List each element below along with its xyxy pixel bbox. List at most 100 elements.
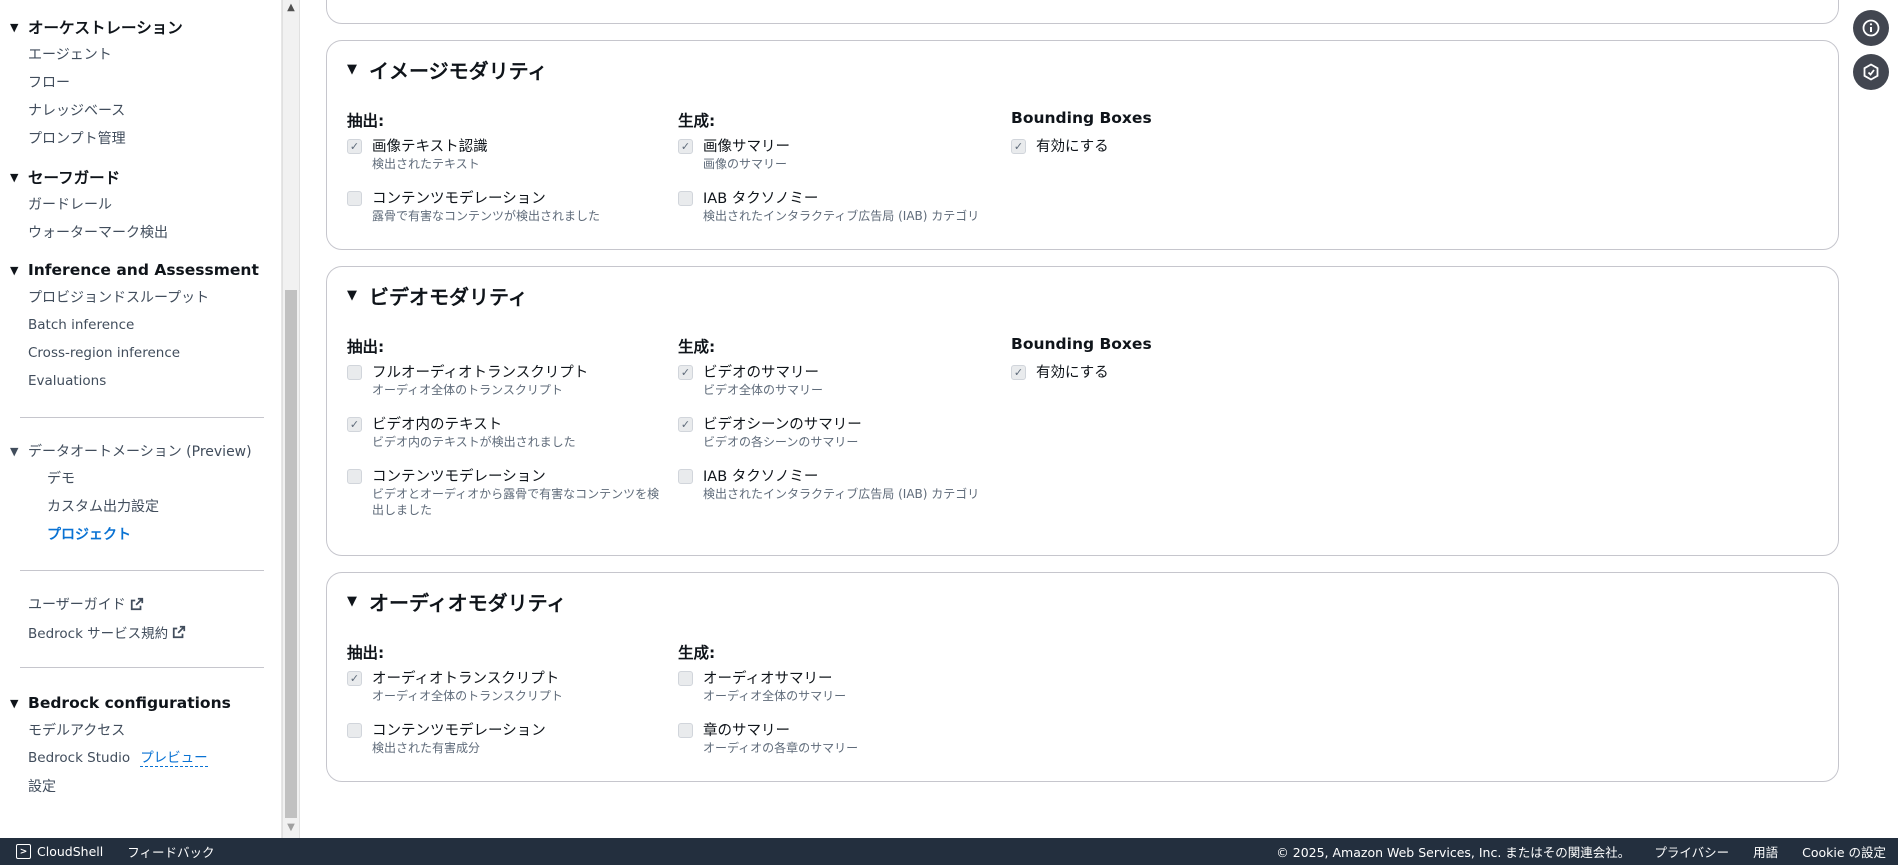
option-image-bounding-boxes: ✓ 有効にする	[1011, 138, 1109, 156]
nav-group-data-automation: ▼ データオートメーション (Preview) デモ カスタム出力設定 プロジェク…	[0, 438, 252, 548]
option-audio-summary: オーディオサマリー オーディオ全体のサマリー	[678, 670, 846, 704]
nav-item-model-access[interactable]: モデルアクセス	[0, 716, 231, 744]
nav-item-agents[interactable]: エージェント	[0, 40, 183, 68]
option-image-summary: ✓ 画像サマリー 画像のサマリー	[678, 138, 790, 172]
option-audio-chapter-summary: 章のサマリー オーディオの各章のサマリー	[678, 722, 858, 756]
nav-item-bedrock-studio[interactable]: Bedrock Studio プレビュー	[0, 744, 231, 772]
nav-item-evaluations[interactable]: Evaluations	[0, 367, 259, 395]
caret-down-icon: ▼	[10, 696, 19, 710]
checkbox[interactable]: ✓	[347, 671, 362, 686]
checkbox[interactable]: ✓	[347, 417, 362, 432]
feedback-button[interactable]: フィードバック	[127, 842, 214, 861]
nav-link-service-terms[interactable]: Bedrock サービス規約	[0, 618, 186, 646]
option-video-summary: ✓ ビデオのサマリー ビデオ全体のサマリー	[678, 364, 823, 398]
generate-column-title: 生成:	[678, 112, 716, 130]
previous-section-card	[326, 0, 1839, 24]
nav-divider	[20, 667, 264, 668]
side-navigation: ▼ オーケストレーション エージェント フロー ナレッジベース プロンプト管理 ▼…	[0, 0, 282, 838]
copyright-text: © 2025, Amazon Web Services, Inc. またはその関…	[1276, 845, 1631, 860]
cloudshell-icon: >	[16, 844, 31, 859]
option-image-iab-taxonomy: IAB タクソノミー 検出されたインタラクティブ広告局 (IAB) カテゴリ	[678, 190, 979, 224]
side-navigation-content: ▼ オーケストレーション エージェント フロー ナレッジベース プロンプト管理 ▼…	[0, 0, 282, 838]
bounding-boxes-column-title: Bounding Boxes	[1011, 109, 1152, 127]
nav-item-watermark-detection[interactable]: ウォーターマーク検出	[0, 218, 168, 246]
extract-column-title: 抽出:	[347, 112, 385, 130]
image-modality-card: ▼ イメージモダリティ 抽出: 生成: Bounding Boxes ✓ 画像テキ…	[326, 40, 1839, 250]
option-video-full-audio-transcript: フルオーディオトランスクリプト オーディオ全体のトランスクリプト	[347, 364, 588, 398]
checkbox[interactable]	[347, 469, 362, 484]
checkbox[interactable]	[678, 723, 693, 738]
nav-group-header-data-automation[interactable]: ▼ データオートメーション (Preview)	[0, 438, 252, 464]
main-content: ▼ イメージモダリティ 抽出: 生成: Bounding Boxes ✓ 画像テキ…	[300, 0, 1840, 838]
video-modality-card: ▼ ビデオモダリティ 抽出: 生成: Bounding Boxes フルオーディオ…	[326, 266, 1839, 556]
nav-item-batch-inference[interactable]: Batch inference	[0, 311, 259, 339]
option-video-text-in-video: ✓ ビデオ内のテキスト ビデオ内のテキストが検出されました	[347, 416, 576, 450]
ai-assistant-button[interactable]	[1853, 54, 1889, 90]
sidebar-scrollbar[interactable]: ▲ ▼	[282, 0, 300, 838]
nav-item-cross-region-inference[interactable]: Cross-region inference	[0, 339, 259, 367]
checkbox[interactable]	[347, 723, 362, 738]
scroll-down-arrow-icon[interactable]: ▼	[283, 822, 299, 836]
checkbox[interactable]	[678, 469, 693, 484]
caret-down-icon: ▼	[10, 170, 19, 184]
nav-divider	[20, 417, 264, 418]
cookie-preferences-link[interactable]: Cookie の設定	[1802, 842, 1886, 861]
nav-item-flows[interactable]: フロー	[0, 68, 183, 96]
option-audio-transcript: ✓ オーディオトランスクリプト オーディオ全体のトランスクリプト	[347, 670, 563, 704]
video-modality-header[interactable]: ▼ ビデオモダリティ	[347, 281, 528, 310]
option-video-content-moderation: コンテンツモデレーション ビデオとオーディオから露骨で有害なコンテンツを検出しまし…	[347, 468, 662, 518]
nav-item-knowledge-bases[interactable]: ナレッジベース	[0, 96, 183, 124]
checkbox[interactable]	[347, 365, 362, 380]
nav-item-prompt-management[interactable]: プロンプト管理	[0, 124, 183, 152]
privacy-link[interactable]: プライバシー	[1654, 842, 1729, 861]
bounding-boxes-column-title: Bounding Boxes	[1011, 335, 1152, 353]
checkbox[interactable]: ✓	[1011, 365, 1026, 380]
image-modality-header[interactable]: ▼ イメージモダリティ	[347, 55, 547, 84]
extract-column-title: 抽出:	[347, 338, 385, 356]
option-image-text-recognition: ✓ 画像テキスト認識 検出されたテキスト	[347, 138, 488, 172]
nav-link-user-guide[interactable]: ユーザーガイド	[0, 590, 186, 618]
scrollbar-thumb[interactable]	[285, 290, 297, 818]
nav-item-guardrails[interactable]: ガードレール	[0, 190, 168, 218]
checkbox[interactable]: ✓	[678, 417, 693, 432]
cloudshell-button[interactable]: CloudShell	[37, 844, 103, 859]
generate-column-title: 生成:	[678, 644, 716, 662]
info-panel-button[interactable]	[1853, 10, 1889, 46]
preview-badge-link[interactable]: プレビュー	[140, 750, 208, 767]
checkbox[interactable]	[347, 191, 362, 206]
terms-link[interactable]: 用語	[1753, 842, 1778, 861]
nav-divider	[20, 570, 264, 571]
console-footer: > CloudShell フィードバック © 2025, Amazon Web …	[0, 838, 1898, 865]
checkbox[interactable]: ✓	[678, 365, 693, 380]
nav-group-header-configurations[interactable]: ▼ Bedrock configurations	[0, 690, 231, 716]
external-link-icon	[173, 625, 186, 639]
caret-down-icon: ▼	[347, 62, 357, 77]
nav-group-safeguard: ▼ セーフガード ガードレール ウォーターマーク検出	[0, 164, 168, 246]
nav-group-header-inference[interactable]: ▼ Inference and Assessment	[0, 257, 259, 283]
checkbox[interactable]	[678, 191, 693, 206]
nav-group-orchestration: ▼ オーケストレーション エージェント フロー ナレッジベース プロンプト管理	[0, 14, 183, 152]
nav-item-demo[interactable]: デモ	[0, 464, 252, 492]
nav-item-settings[interactable]: 設定	[0, 772, 231, 800]
extract-column-title: 抽出:	[347, 644, 385, 662]
option-image-content-moderation: コンテンツモデレーション 露骨で有害なコンテンツが検出されました	[347, 190, 600, 224]
ai-assistant-icon	[1863, 63, 1879, 81]
audio-modality-header[interactable]: ▼ オーディオモダリティ	[347, 587, 566, 616]
nav-group-header-orchestration[interactable]: ▼ オーケストレーション	[0, 14, 183, 40]
nav-item-custom-output[interactable]: カスタム出力設定	[0, 492, 252, 520]
checkbox[interactable]: ✓	[347, 139, 362, 154]
checkbox[interactable]: ✓	[1011, 139, 1026, 154]
caret-down-icon: ▼	[10, 444, 19, 458]
checkbox[interactable]	[678, 671, 693, 686]
nav-item-provisioned-throughput[interactable]: プロビジョンドスループット	[0, 283, 259, 311]
info-icon	[1862, 19, 1880, 37]
nav-item-projects[interactable]: プロジェクト	[0, 520, 252, 548]
option-video-scene-summary: ✓ ビデオシーンのサマリー ビデオの各シーンのサマリー	[678, 416, 862, 450]
nav-group-header-safeguard[interactable]: ▼ セーフガード	[0, 164, 168, 190]
option-video-bounding-boxes: ✓ 有効にする	[1011, 364, 1109, 382]
generate-column-title: 生成:	[678, 338, 716, 356]
checkbox[interactable]: ✓	[678, 139, 693, 154]
scroll-up-arrow-icon[interactable]: ▲	[283, 2, 299, 16]
nav-group-inference: ▼ Inference and Assessment プロビジョンドスループット …	[0, 257, 259, 395]
caret-down-icon: ▼	[10, 263, 19, 277]
